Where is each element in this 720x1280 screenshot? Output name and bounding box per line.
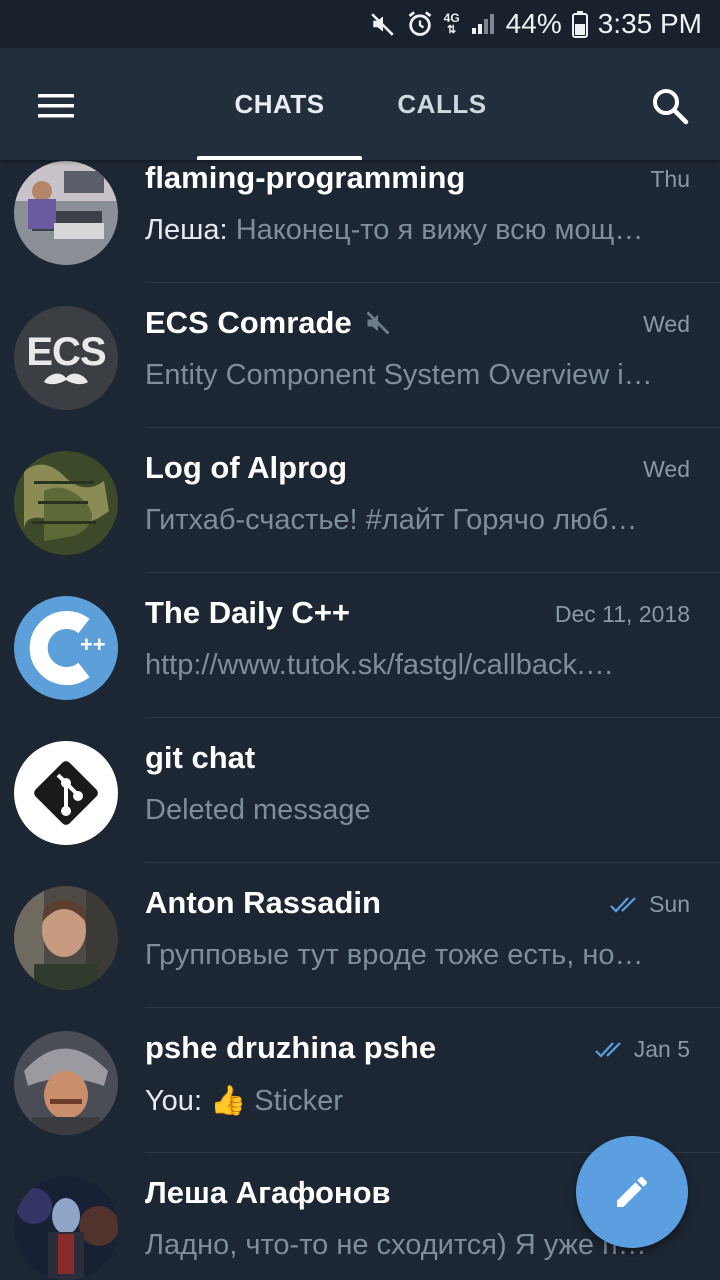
chat-list: flaming-programming Thu Леша: Наконец-то…	[0, 160, 720, 1280]
avatar: ECS	[14, 306, 118, 410]
avatar	[14, 451, 118, 555]
avatar	[14, 741, 118, 845]
chat-item-pshe-druzhina-pshe[interactable]: pshe druzhina pshe Jan 5 You: 👍 Sticker	[0, 1008, 720, 1153]
chat-item-ecs-comrade[interactable]: ECS ECS Comrade Wed Entity Component Sys…	[0, 283, 720, 428]
avatar-initials: ++	[80, 632, 106, 657]
chat-name: Anton Rassadin	[145, 885, 381, 920]
chat-name: The Daily C++	[145, 595, 351, 630]
chat-name: Log of Alprog	[145, 450, 348, 485]
compose-button[interactable]	[576, 1136, 688, 1248]
chat-item-flaming-programming[interactable]: flaming-programming Thu Леша: Наконец-то…	[0, 160, 720, 283]
thumbs-up-icon: 👍	[210, 1085, 247, 1117]
chat-preview-text: Гитхаб-счастье! #лайт Горячо люб…	[145, 504, 638, 536]
chat-item-the-daily-cpp[interactable]: ++ The Daily C++ Dec 11, 2018 http://www…	[0, 573, 720, 718]
status-bar: 4G ⇅ 44% 3:35 PM	[0, 0, 720, 48]
chat-sender: Леша:	[145, 214, 228, 246]
avatar-initials: ECS	[26, 330, 106, 374]
double-check-icon	[594, 1041, 621, 1058]
chat-date: Sun	[649, 891, 690, 917]
chat-item-log-of-alprog[interactable]: Log of Alprog Wed Гитхаб-счастье! #лайт …	[0, 428, 720, 573]
chat-item-anton-rassadin[interactable]: Anton Rassadin Sun Групповые тут вроде т…	[0, 863, 720, 1008]
chat-preview-text: Entity Component System Overview i…	[145, 359, 653, 391]
app-bar: CHATS CALLS	[0, 48, 720, 160]
double-check-icon	[610, 896, 636, 913]
avatar	[14, 886, 118, 990]
chat-preview-text: Наконец-то я вижу всю мощ…	[235, 214, 644, 246]
active-tab-indicator	[197, 156, 362, 160]
avatar	[14, 161, 118, 265]
chat-preview-text: Ладно, что-то не сходится) Я уже п…	[145, 1229, 647, 1261]
tab-calls[interactable]: CALLS	[362, 48, 522, 160]
chat-name: flaming-programming	[145, 160, 466, 195]
chat-preview-text: Sticker	[254, 1085, 343, 1117]
tab-chats-label: CHATS	[234, 88, 325, 119]
chat-date: Wed	[643, 311, 690, 337]
chat-date: Thu	[650, 166, 690, 192]
avatar: ++	[14, 596, 118, 700]
network-4g-icon: 4G ⇅	[443, 11, 460, 36]
alarm-icon	[406, 10, 434, 38]
signal-icon	[470, 12, 496, 36]
mute-icon	[370, 11, 396, 37]
chat-date: Wed	[643, 456, 690, 482]
chat-name: Леша Агафонов	[145, 1175, 391, 1210]
battery-icon	[571, 10, 588, 38]
menu-icon	[38, 94, 74, 118]
clock: 3:35 PM	[597, 8, 702, 39]
avatar	[14, 1031, 118, 1135]
tab-calls-label: CALLS	[397, 88, 487, 119]
pencil-icon	[617, 1176, 648, 1207]
search-icon	[653, 89, 689, 125]
tab-chats[interactable]: CHATS	[197, 48, 362, 160]
muted-icon	[366, 311, 390, 335]
chat-item-git-chat[interactable]: git chat Deleted message	[0, 718, 720, 863]
avatar	[14, 1176, 118, 1280]
search-button[interactable]	[648, 84, 694, 130]
git-logo-icon	[34, 761, 98, 825]
battery-percent: 44%	[505, 8, 562, 39]
network-label: 4G	[443, 11, 460, 25]
chat-name: ECS Comrade	[145, 305, 352, 340]
chat-name: pshe druzhina pshe	[145, 1030, 437, 1065]
chat-preview-text: Групповые тут вроде тоже есть, но…	[145, 939, 644, 971]
chat-preview: Леша: Наконец-то я вижу всю мощ…	[145, 214, 690, 247]
chat-date: Dec 11, 2018	[554, 601, 690, 627]
chat-date: Jan 5	[633, 1036, 690, 1062]
menu-button[interactable]	[30, 86, 82, 126]
mustache-icon	[44, 373, 88, 385]
chat-preview-text: Deleted message	[145, 794, 371, 826]
chat-preview-text: http://www.tutok.sk/fastgl/callback.…	[145, 649, 615, 681]
chat-name: git chat	[145, 740, 256, 775]
chat-sender: You:	[145, 1085, 202, 1117]
